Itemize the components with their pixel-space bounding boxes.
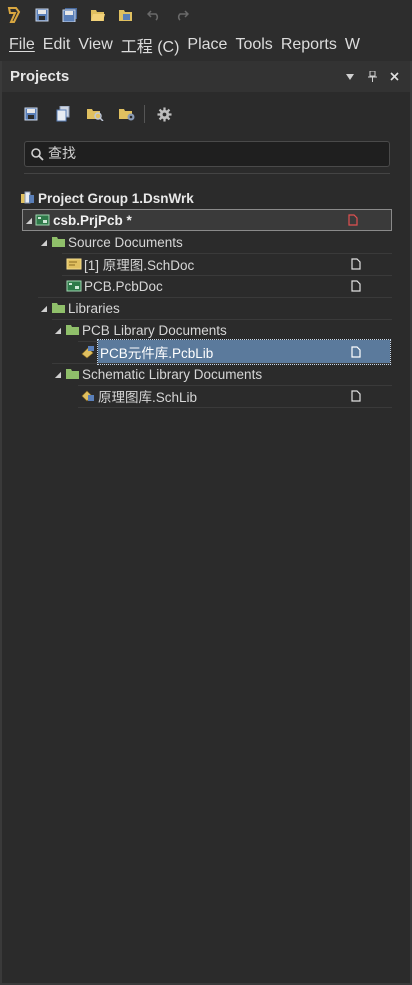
modified-document-icon [345,212,361,228]
redo-icon[interactable] [173,6,191,24]
pcb-project-icon [35,212,51,228]
menu-place[interactable]: Place [187,36,235,54]
tree-item-pcblib[interactable]: PCB元件库.PcbLib [80,339,392,365]
tree-item-label: Project Group 1.DsnWrk [38,190,194,206]
collapse-arrow-icon[interactable]: ◢ [38,236,50,248]
collapse-arrow-icon[interactable]: ◢ [38,302,50,314]
app-logo-icon[interactable] [5,6,23,24]
schematic-library-icon [80,388,96,404]
search-icon [31,147,44,161]
schematic-doc-icon [66,256,82,272]
tree-item-label: PCB元件库.PcbLib [97,339,391,365]
document-icon [348,388,364,404]
projects-panel: Projects 查找 Project Group 1.DsnWrk ◢ csb… [0,61,412,985]
menu-edit[interactable]: Edit [43,36,79,54]
tree-item-schdoc[interactable]: [1] 原理图.SchDoc [66,253,392,275]
workspace-icon [20,190,36,206]
folder-settings-icon[interactable] [116,103,138,125]
open-project-icon[interactable] [117,6,135,24]
tree-item-label: 原理图库.SchLib [98,390,198,405]
document-icon [348,344,364,360]
tree-item-label: Source Documents [68,234,183,250]
menu-reports[interactable]: Reports [281,36,345,54]
folder-icon [50,234,66,250]
tree-item-label: PCB Library Documents [82,322,227,338]
tree-item-label: Libraries [68,300,120,316]
toolbar-divider [144,105,145,123]
search-box[interactable] [24,141,390,167]
pin-icon[interactable] [362,67,382,87]
close-icon[interactable] [384,67,404,87]
tree-item-project[interactable]: ◢ csb.PrjPcb * [22,209,392,231]
collapse-arrow-icon[interactable]: ◢ [52,324,64,336]
undo-icon[interactable] [145,6,163,24]
save-icon[interactable] [20,103,42,125]
folder-icon [50,300,66,316]
folder-icon [64,366,80,382]
copy-icon[interactable] [52,103,74,125]
tree-item-label: Schematic Library Documents [82,366,263,382]
menu-tools[interactable]: Tools [235,36,280,54]
save-icon[interactable] [33,6,51,24]
row-divider [78,407,392,408]
tree-item-source-documents[interactable]: ◢ Source Documents [38,231,392,253]
search-divider [24,173,390,174]
menu-window[interactable]: W [345,36,368,54]
tree-item-label: csb.PrjPcb * [53,212,132,228]
menu-project[interactable]: 工程 (C) [121,33,188,57]
search-input[interactable] [48,146,368,162]
folder-search-icon[interactable] [84,103,106,125]
tree-item-pcb-library-documents[interactable]: ◢ PCB Library Documents [52,319,392,341]
menu-view[interactable]: View [78,36,120,54]
collapse-arrow-icon[interactable]: ◢ [52,368,64,380]
panel-title: Projects [10,68,70,85]
folder-icon [64,322,80,338]
collapse-arrow-icon[interactable]: ◢ [23,214,35,226]
panel-header: Projects [2,61,410,92]
document-icon [348,256,364,272]
pcb-library-icon [80,344,96,360]
tree-item-pcbdoc[interactable]: PCB.PcbDoc [66,275,392,297]
tree-item-schlib[interactable]: 原理图库.SchLib [80,385,392,407]
menu-file[interactable]: File [0,36,43,54]
menu-arrow-icon[interactable] [340,67,360,87]
open-icon[interactable] [89,6,107,24]
save-all-icon[interactable] [61,6,79,24]
tree-item-schematic-library-documents[interactable]: ◢ Schematic Library Documents [52,363,392,385]
gear-icon[interactable] [153,103,175,125]
quick-access-toolbar [0,0,412,29]
pcb-doc-icon [66,278,82,294]
tree-item-libraries[interactable]: ◢ Libraries [38,297,392,319]
document-icon [348,278,364,294]
menu-bar: File Edit View 工程 (C) Place Tools Report… [0,29,412,61]
tree-item-label: PCB.PcbDoc [84,278,163,294]
panel-toolbar [2,92,410,136]
tree-item-label: [1] 原理图.SchDoc [84,258,195,273]
tree-item-project-group[interactable]: Project Group 1.DsnWrk [20,187,392,209]
